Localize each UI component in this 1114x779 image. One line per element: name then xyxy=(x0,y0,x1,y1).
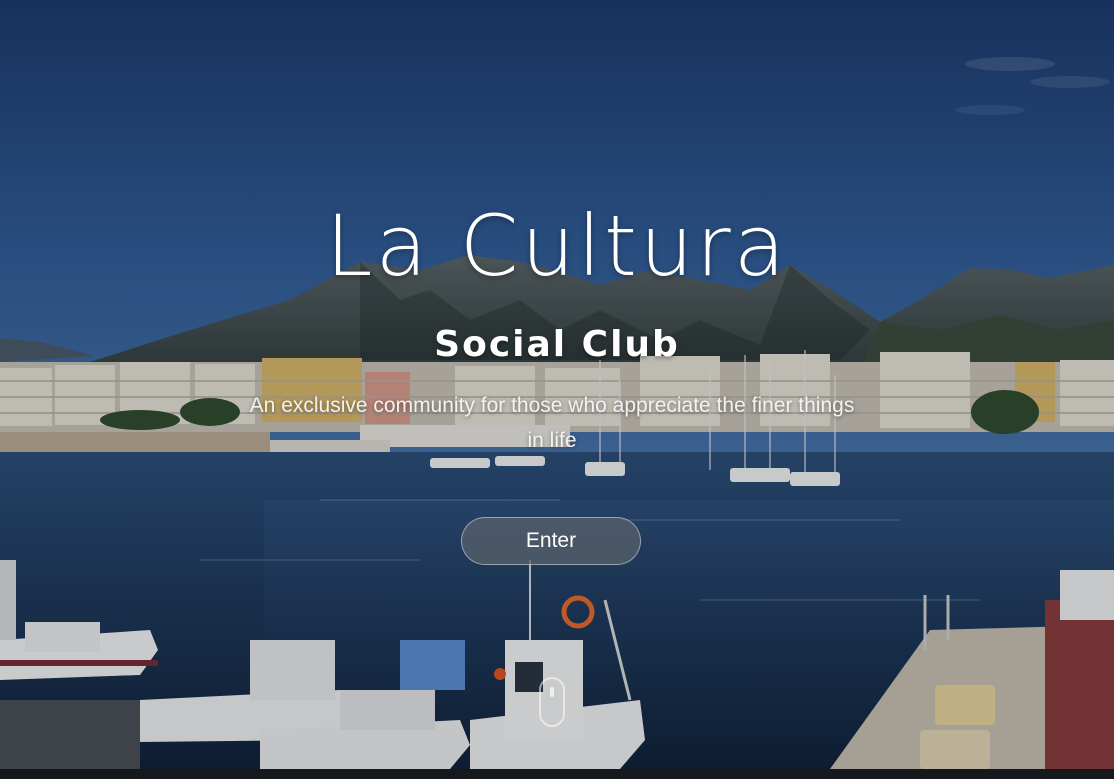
scroll-wheel-dot xyxy=(550,687,554,697)
hero-section: La Cultura Social Club An exclusive comm… xyxy=(0,0,1114,769)
mouse-scroll-icon[interactable] xyxy=(539,677,565,727)
bottom-edge-bar xyxy=(0,769,1114,779)
hero-tagline: An exclusive community for those who app… xyxy=(249,394,855,452)
enter-button[interactable]: Enter xyxy=(461,517,641,565)
hero-dim-overlay xyxy=(0,0,1114,769)
page-subtitle: Social Club xyxy=(434,324,680,365)
page-title: La Cultura xyxy=(325,197,789,295)
